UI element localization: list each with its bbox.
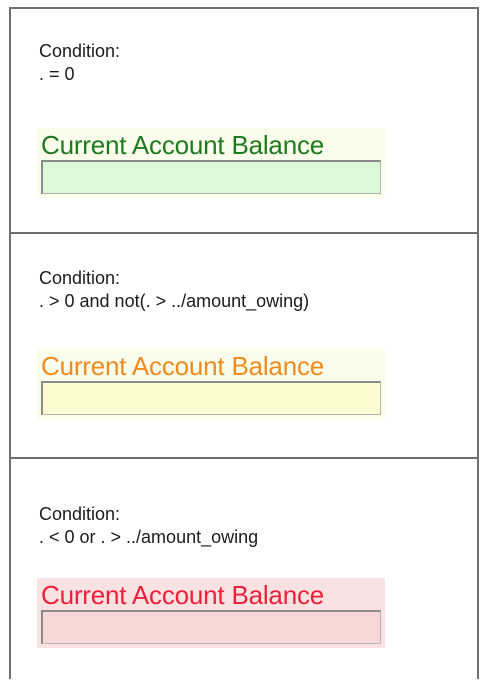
condition-expression: . = 0 <box>39 64 75 84</box>
condition-section-zero: Condition: . = 0 Current Account Balance <box>11 9 477 234</box>
condition-label: Condition: <box>39 268 121 288</box>
current-account-balance-label: Current Account Balance <box>41 130 325 160</box>
condition-expression: . > 0 and not(. > ../amount_owing) <box>39 291 310 311</box>
condition-section-positive: Condition: . > 0 and not(. > ../amount_o… <box>11 234 477 459</box>
current-account-balance-label: Current Account Balance <box>41 351 325 381</box>
current-account-balance-label: Current Account Balance <box>41 580 325 610</box>
condition-section-out-of-range: Condition: . < 0 or . > ../amount_owing … <box>11 459 477 681</box>
current-account-balance-input[interactable] <box>41 381 381 415</box>
current-account-balance-field-group: Current Account Balance <box>37 578 385 648</box>
condition-label: Condition: <box>39 41 121 61</box>
condition-expression: . < 0 or . > ../amount_owing <box>39 527 259 547</box>
current-account-balance-input[interactable] <box>41 160 381 194</box>
current-account-balance-field-group: Current Account Balance <box>37 349 385 419</box>
conditions-panel: Condition: . = 0 Current Account Balance… <box>9 7 479 679</box>
condition-label: Condition: <box>39 504 121 524</box>
current-account-balance-input[interactable] <box>41 610 381 644</box>
current-account-balance-field-group: Current Account Balance <box>37 128 385 198</box>
